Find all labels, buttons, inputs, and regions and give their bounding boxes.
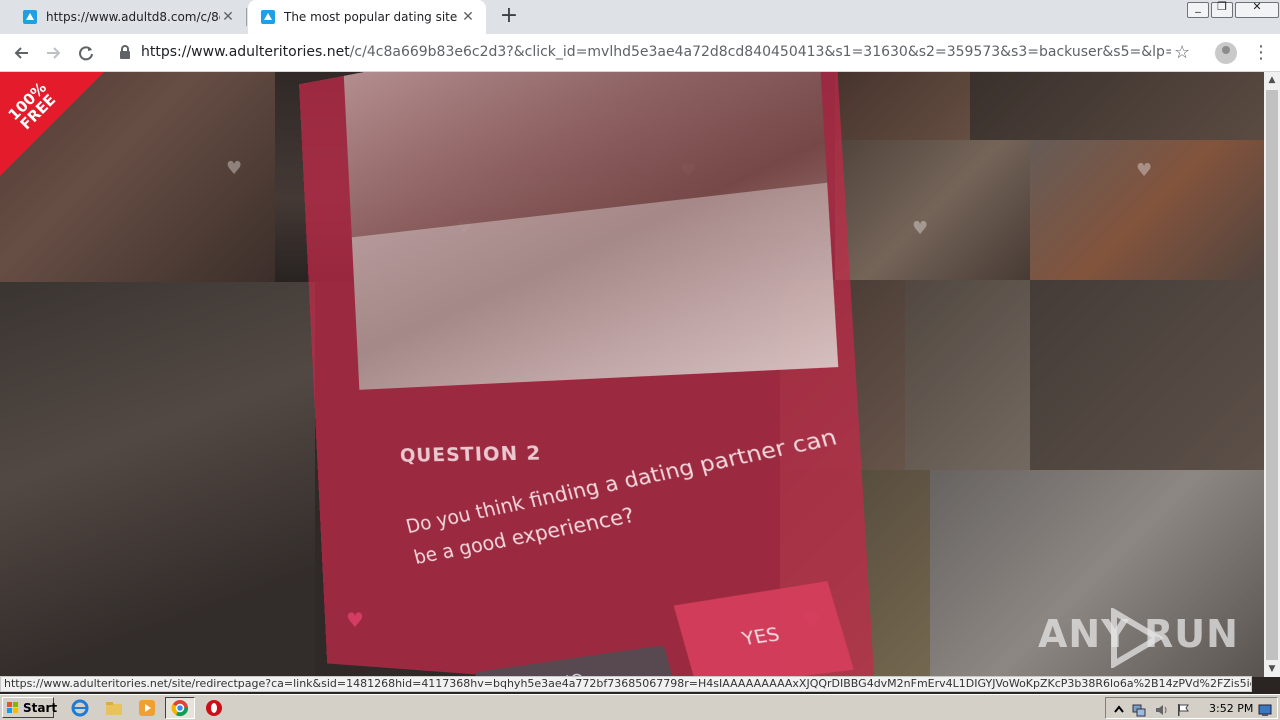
arrow-left-icon — [14, 47, 28, 59]
system-tray: 3:52 PM — [1105, 697, 1278, 719]
show-desktop-icon[interactable] — [1258, 703, 1272, 717]
opera-icon[interactable] — [205, 699, 223, 717]
browser-toolbar: https://www.adulteritories.net/c/4c8a669… — [0, 34, 1280, 72]
scroll-up-arrow-icon[interactable]: ▲ — [1264, 72, 1280, 88]
url-host: https://www.adulteritories.net — [141, 44, 350, 60]
play-logo-icon — [1111, 608, 1164, 668]
restore-button[interactable]: ❐ — [1211, 0, 1233, 18]
volume-icon[interactable] — [1154, 703, 1168, 717]
forward-button[interactable] — [41, 40, 67, 66]
scroll-down-arrow-icon[interactable]: ▼ — [1264, 661, 1280, 677]
tab-divider — [246, 8, 247, 26]
free-ribbon: 100% FREE — [0, 72, 170, 242]
folder-icon[interactable] — [105, 699, 123, 717]
reload-button[interactable] — [73, 40, 99, 66]
quiz-question-text: Do you think finding a dating partner ca… — [403, 424, 841, 570]
tab-title: The most popular dating site of this — [284, 10, 460, 24]
taskbar-clock[interactable]: 3:52 PM — [1209, 702, 1253, 715]
menu-kebab-icon[interactable]: ⋮ — [1252, 42, 1270, 63]
minimize-button[interactable]: _ — [1187, 0, 1209, 18]
flag-notification-icon[interactable] — [1176, 703, 1190, 717]
tab-title: https://www.adultd8.com/c/8d2358 — [46, 10, 220, 24]
lock-icon[interactable] — [119, 45, 131, 59]
internet-explorer-icon[interactable] — [71, 699, 89, 717]
arrow-right-icon — [47, 47, 61, 59]
heart-icon: ♥ — [912, 218, 929, 239]
no-button[interactable]: NO — [474, 645, 677, 677]
tab-dating-site[interactable]: The most popular dating site of this ✕ — [248, 0, 486, 34]
scroll-thumb[interactable] — [1266, 90, 1278, 660]
media-player-icon[interactable] — [138, 699, 156, 717]
start-label: Start — [23, 701, 58, 715]
windows-flag-icon — [7, 702, 18, 713]
page-viewport: ♥ ♥ ♥ ♥ ♥ ♥ ♥ 100% FREE QUESTION 2 Do yo… — [0, 72, 1264, 677]
tray-expand-arrow-icon[interactable] — [1112, 703, 1126, 717]
address-bar[interactable]: https://www.adulteritories.net/c/4c8a669… — [141, 44, 1171, 60]
profile-avatar-icon[interactable] — [1215, 42, 1237, 64]
tab-strip: https://www.adultd8.com/c/8d2358 ✕ The m… — [0, 0, 1280, 34]
vertical-scrollbar[interactable]: ▲ ▼ — [1264, 72, 1280, 677]
chrome-icon — [171, 700, 189, 717]
back-button[interactable] — [8, 40, 34, 66]
heart-icon: ♥ — [1136, 160, 1153, 181]
bookmark-star-icon[interactable]: ☆ — [1174, 42, 1190, 63]
status-url-bar: https://www.adulteritories.net/site/redi… — [0, 676, 1252, 692]
start-button[interactable]: Start — [2, 697, 58, 718]
tab-adultd8[interactable]: https://www.adultd8.com/c/8d2358 ✕ — [10, 0, 246, 34]
quiz-card: QUESTION 2 Do you think finding a dating… — [299, 72, 876, 677]
reload-icon — [79, 46, 93, 61]
site-favicon-icon — [261, 10, 275, 24]
heart-icon: ♥ — [226, 158, 243, 179]
windows-taskbar: Start 3:52 PM — [0, 694, 1280, 720]
close-icon[interactable]: ✕ — [220, 9, 236, 25]
close-window-button[interactable]: ✕ — [1235, 0, 1279, 18]
yes-button[interactable]: YES — [673, 581, 854, 677]
close-icon[interactable]: ✕ — [460, 9, 476, 25]
new-tab-button[interactable]: + — [498, 5, 520, 27]
chrome-taskbar-button[interactable] — [165, 697, 195, 719]
quiz-question-title: QUESTION 2 — [399, 441, 543, 467]
network-icon[interactable] — [1132, 703, 1146, 717]
site-favicon-icon — [23, 10, 37, 24]
url-path: /c/4c8a669b83e6c2d3?&click_id=mvlhd5e3ae… — [349, 44, 1171, 60]
